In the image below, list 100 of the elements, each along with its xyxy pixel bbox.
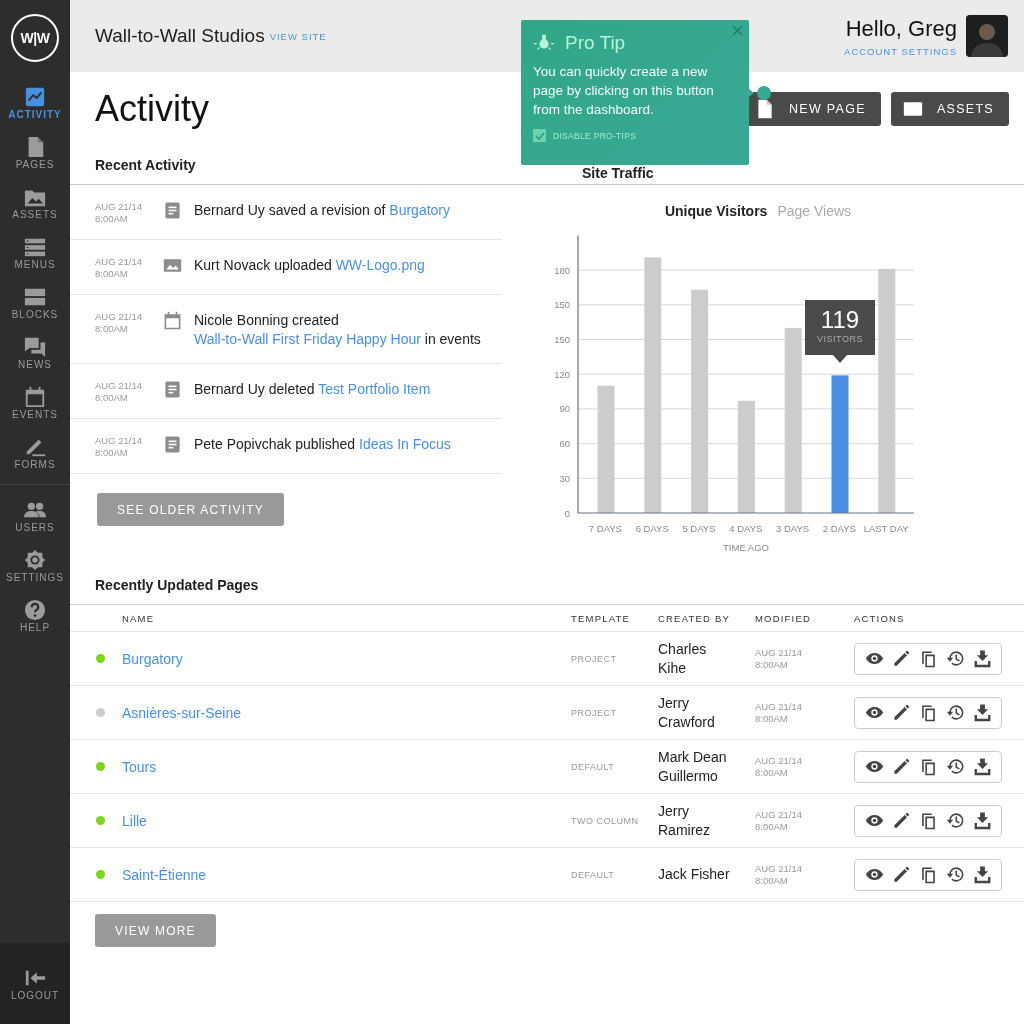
see-older-activity-button[interactable]: SEE OLDER ACTIVITY — [97, 493, 284, 526]
activity-text: Nicole Bonning created Wall-to-Wall First Friday Happy Hour in events — [194, 311, 482, 349]
page-title: Activity — [95, 87, 209, 130]
section-title: Recent Activity — [94, 156, 197, 173]
sidebar-item[interactable]: MENUS — [0, 228, 70, 278]
page-link[interactable]: Tours — [122, 758, 157, 775]
page-link[interactable]: Asnières-sur-Seine — [122, 704, 242, 721]
page-link[interactable]: Lille — [122, 812, 147, 829]
activity-date: AUG 21/14 — [95, 256, 143, 268]
download-icon[interactable] — [972, 757, 992, 776]
activity-time: 8:00AM — [95, 213, 129, 225]
modified-date: AUG 21/14 — [755, 754, 803, 767]
template-cell-text: DEFAULT — [571, 869, 616, 880]
pencil-icon[interactable] — [891, 811, 911, 830]
history-icon[interactable] — [945, 649, 965, 668]
sidebar-item[interactable]: NEWS — [0, 328, 70, 378]
activity-link[interactable]: Test Portfolio Item — [318, 381, 431, 397]
pencil-icon[interactable] — [891, 649, 911, 668]
history-icon[interactable] — [945, 811, 965, 830]
axis-tick-label: 30 — [559, 472, 570, 484]
activity-text: Bernard Uy deleted Test Portfolio Item — [194, 380, 432, 399]
sidebar-item[interactable]: EVENTS — [0, 378, 70, 428]
axis-tick-label: 60 — [559, 438, 570, 450]
column-header: CREATED BY — [658, 612, 731, 624]
tooltip-value: 119 — [820, 306, 860, 335]
modified-time: 8:00AM — [755, 874, 789, 887]
chart-tab[interactable]: Page Views — [777, 203, 852, 219]
axis-tick-label: 150 — [554, 334, 570, 345]
activity-date: AUG 21/14 — [95, 435, 143, 447]
activity-time: 8:00AM — [95, 268, 129, 280]
axis-tick-label: 180 — [554, 264, 570, 276]
account-settings-link[interactable]: ACCOUNT SETTINGS — [844, 45, 957, 57]
nav-icon — [24, 549, 46, 571]
axis-category-label: 5 DAYS — [681, 522, 717, 536]
nav-icon — [24, 86, 46, 108]
sidebar-item[interactable]: SETTINGS — [0, 541, 70, 591]
creator-cell-text: Jack Fisher — [658, 865, 731, 884]
logo[interactable]: W|W — [11, 14, 59, 62]
modified-time: 8:00AM — [755, 658, 789, 671]
template-cell-text: PROJECT — [571, 707, 618, 718]
download-icon[interactable] — [972, 811, 992, 830]
checkbox[interactable] — [533, 129, 546, 142]
history-icon[interactable] — [945, 865, 965, 884]
assets-button[interactable]: ASSETS — [890, 91, 1009, 126]
download-icon[interactable] — [972, 649, 992, 668]
nav-icon — [24, 286, 46, 308]
history-icon[interactable] — [945, 703, 965, 722]
activity-date: AUG 21/14 — [95, 311, 143, 323]
site-name: Wall-to-Wall Studios — [95, 25, 265, 47]
page-link[interactable]: Burgatory — [122, 650, 183, 667]
page-link[interactable]: Saint-Étienne — [122, 866, 207, 883]
modified-date: AUG 21/14 — [755, 646, 803, 659]
activity-link[interactable]: Ideas In Focus — [359, 436, 451, 452]
column-header: TEMPLATE — [571, 612, 632, 624]
axis-category-label: 4 DAYS — [728, 522, 764, 536]
sidebar-item[interactable]: HELP — [0, 591, 70, 641]
chart-tab[interactable]: Unique Visitors — [664, 203, 768, 219]
creator-cell-text: Mark Dean Guillermo — [658, 747, 728, 786]
pencil-icon[interactable] — [891, 757, 911, 776]
axis-title: TIME AGO — [723, 542, 769, 553]
activity-date: AUG 21/14 — [95, 380, 143, 392]
modified-date: AUG 21/14 — [755, 700, 803, 713]
activity-text: Bernard Uy saved a revision of Burgatory — [194, 201, 452, 220]
activity-time: 8:00AM — [95, 392, 129, 404]
sidebar-item[interactable]: ACTIVITY — [0, 78, 70, 128]
section-title: Site Traffic — [581, 165, 655, 183]
view-more-button[interactable]: VIEW MORE — [95, 914, 216, 947]
document-icon — [163, 435, 182, 454]
logout-button[interactable]: LOGOUT — [0, 943, 70, 1024]
axis-category-label: 7 DAYS — [587, 522, 623, 536]
activity-link[interactable]: Burgatory — [389, 202, 451, 218]
sidebar-item[interactable]: BLOCKS — [0, 278, 70, 328]
download-icon[interactable] — [972, 703, 992, 722]
avatar[interactable] — [966, 15, 1008, 57]
activity-link[interactable]: Wall-to-Wall First Friday Happy Hour — [194, 331, 421, 347]
axis-tick-label: 90 — [559, 403, 570, 415]
sidebar-item[interactable]: PAGES — [0, 128, 70, 178]
axis-tick-label: 120 — [554, 368, 570, 380]
sidebar-item[interactable]: FORMS — [0, 428, 70, 478]
history-icon[interactable] — [945, 757, 965, 776]
template-cell-text: DEFAULT — [571, 761, 616, 772]
pencil-icon[interactable] — [891, 865, 911, 884]
template-cell-text: PROJECT — [571, 653, 618, 664]
sidebar-item[interactable]: USERS — [0, 491, 70, 541]
activity-time: 8:00AM — [95, 323, 129, 335]
download-icon[interactable] — [972, 865, 992, 884]
activity-date: AUG 21/14 — [95, 201, 143, 213]
activity-text: Pete Popivchak published Ideas In Focus — [194, 435, 452, 454]
activity-link[interactable]: WW-Logo.png — [335, 257, 425, 273]
modified-date: AUG 21/14 — [755, 808, 803, 821]
nav-icon — [24, 599, 46, 621]
axis-category-label: 2 DAYS — [821, 522, 857, 536]
section-title: Recently Updated Pages — [94, 576, 260, 593]
view-site-link[interactable]: VIEW SITE — [269, 30, 327, 42]
sidebar-item[interactable]: ASSETS — [0, 178, 70, 228]
template-cell-text: TWO COLUMN — [571, 815, 640, 826]
pencil-icon[interactable] — [891, 703, 911, 722]
pro-tip-text: You can quickly create a new page by clicking on this button from the dashboard. — [533, 63, 715, 119]
column-header: NAME — [122, 612, 156, 624]
greeting: Hello, Greg — [845, 15, 957, 42]
